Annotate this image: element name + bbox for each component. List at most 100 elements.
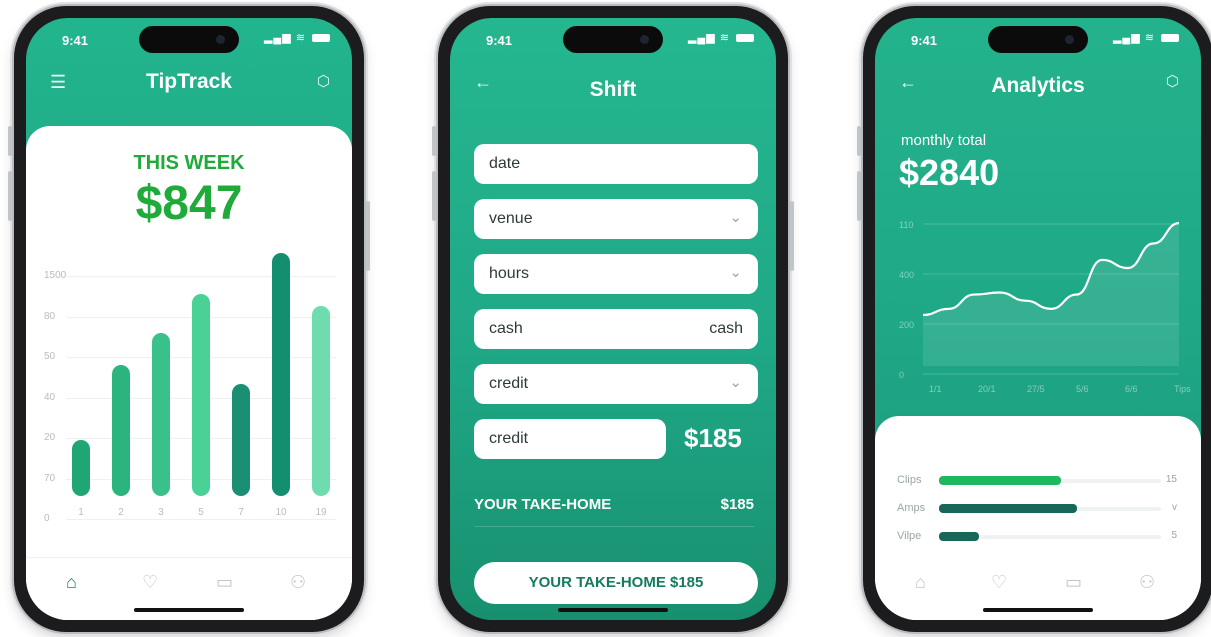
chevron-down-icon: ⌄ [729, 209, 742, 226]
profile-icon: ⚇ [290, 572, 307, 592]
status-time: 9:41 [486, 33, 513, 48]
breakdown-row: Clips 15 [897, 474, 1177, 490]
tab-messages[interactable]: ▭ [216, 572, 233, 593]
field-date[interactable]: date [474, 144, 758, 184]
home-indicator [983, 608, 1093, 612]
y-tick-label: 40 [44, 391, 56, 403]
breakdown-row: Vilpe 5 [897, 530, 1177, 546]
monthly-total: $2840 [899, 152, 1000, 193]
x-tick-label: 5/6 [1076, 384, 1089, 394]
tab-home[interactable]: ⌂ [66, 572, 77, 593]
dynamic-island [563, 26, 663, 53]
chat-icon: ▭ [216, 572, 234, 592]
weekly-card: THIS WEEK $847 1500 80 50 40 20 70 0 1 2 3 5 7 10 19 [26, 126, 352, 620]
tab-profile[interactable]: ⚇ [290, 572, 306, 593]
monthly-label: monthly total [901, 132, 987, 149]
credit-amount: $185 [684, 423, 742, 453]
x-tick-label: 27/5 [1027, 384, 1045, 394]
progress-fill [939, 504, 1077, 513]
status-time: 9:41 [911, 33, 938, 48]
screen-shift: 9:41 ▂▄▆ ≋ ← Shift date venue ⌄ hours ⌄ cash c… [450, 18, 776, 620]
field-cash[interactable]: cash cash [474, 309, 758, 349]
heart-icon: ♡ [991, 572, 1008, 592]
chart-bar[interactable] [232, 384, 250, 496]
progress-fill [939, 532, 979, 541]
status-time: 9:41 [62, 33, 89, 48]
x-tick-label: 20/1 [978, 384, 996, 394]
page-title: Analytics [991, 74, 1085, 97]
takehome-label: YOUR TAKE-HOME [474, 496, 612, 513]
chart-bar[interactable] [152, 333, 170, 496]
side-button [8, 126, 12, 156]
side-button [8, 171, 12, 221]
y-tick-label: 1500 [44, 270, 67, 281]
side-button [790, 201, 794, 271]
settings-icon[interactable]: ⬡ [1166, 72, 1179, 90]
screen-analytics: 9:41 ▂▄▆ ≋ ← Analytics ⬡ monthly total $… [875, 18, 1201, 620]
phone-analytics: 9:41 ▂▄▆ ≋ ← Analytics ⬡ monthly total $… [857, 6, 1211, 632]
breakdown-row: Amps v [897, 502, 1177, 518]
progress-fill [939, 476, 1062, 485]
takehome-row: YOUR TAKE-HOME $185 [474, 490, 754, 527]
tab-favorites[interactable]: ♡ [142, 572, 158, 593]
chart-bar[interactable] [312, 306, 330, 496]
breakdown-value: 5 [1171, 530, 1177, 541]
field-venue[interactable]: venue ⌄ [474, 199, 758, 239]
side-button [857, 126, 861, 156]
phone-tiptrack: 9:41 ▂▄▆ ≋ ☰ TipTrack ⬡ THIS WEEK $847 1… [8, 6, 370, 632]
y-tick-label: 110 [899, 220, 913, 230]
tab-profile[interactable]: ⚇ [1139, 572, 1155, 593]
field-label: venue [489, 210, 533, 227]
x-tick-label: 6/6 [1125, 384, 1138, 394]
phone-shift: 9:41 ▂▄▆ ≋ ← Shift date venue ⌄ hours ⌄ cash c… [432, 6, 794, 632]
x-tick-label: Tips [1174, 384, 1191, 394]
status-icons: ▂▄▆ ≋ [688, 31, 754, 44]
breakdown-value: v [1172, 502, 1177, 513]
takehome-button[interactable]: YOUR TAKE-HOME $185 [474, 562, 758, 604]
field-value: cash [709, 320, 743, 337]
chart-bar[interactable] [112, 364, 130, 496]
battery-icon [312, 34, 330, 43]
chart-bar[interactable] [192, 294, 210, 496]
breakdown-label: Vilpe [897, 530, 922, 542]
heart-icon: ♡ [142, 572, 159, 592]
side-button [432, 171, 436, 221]
x-tick-label: 3 [158, 507, 164, 518]
monthly-line-chart: 110 400 200 0 1/1 20/1 27/5 5/6 6/6 Tips [899, 220, 1191, 394]
y-tick-label: 80 [44, 310, 56, 322]
profile-icon: ⚇ [1139, 572, 1156, 592]
field-label: credit [489, 430, 529, 447]
chart-bar[interactable] [72, 440, 90, 496]
x-tick-label: 19 [315, 507, 327, 518]
home-icon: ⌂ [66, 572, 77, 592]
chart-area [923, 223, 1179, 366]
page-title: Shift [589, 78, 637, 101]
breakdown-label: Amps [897, 502, 926, 514]
home-icon: ⌂ [915, 572, 926, 592]
tab-favorites[interactable]: ♡ [991, 572, 1007, 593]
field-hours[interactable]: hours ⌄ [474, 254, 758, 294]
y-tick-label: 20 [44, 432, 56, 443]
tab-messages[interactable]: ▭ [1065, 572, 1082, 593]
breakdown-value: 15 [1165, 474, 1177, 485]
tab-home[interactable]: ⌂ [915, 572, 926, 593]
x-tick-label: 7 [238, 507, 244, 518]
field-label: date [489, 155, 521, 172]
grid-line [66, 519, 336, 520]
x-tick-label: 1/1 [929, 384, 942, 394]
y-tick-label: 70 [44, 472, 56, 484]
app-title: TipTrack [146, 70, 232, 93]
x-tick-label: 5 [198, 507, 204, 518]
field-credit[interactable]: credit [474, 419, 666, 459]
y-tick-label: 0 [44, 513, 50, 524]
chart-bar[interactable] [272, 253, 290, 496]
side-button [432, 126, 436, 156]
battery-icon [1161, 34, 1179, 43]
x-tick-label: 10 [275, 507, 287, 518]
chat-icon: ▭ [1065, 572, 1083, 592]
field-credit[interactable]: credit ⌄ [474, 364, 758, 404]
settings-icon[interactable]: ⬡ [317, 72, 330, 90]
week-amount: $847 [135, 177, 243, 230]
chevron-down-icon: ⌄ [729, 374, 742, 391]
breakdown-label: Clips [897, 474, 922, 486]
